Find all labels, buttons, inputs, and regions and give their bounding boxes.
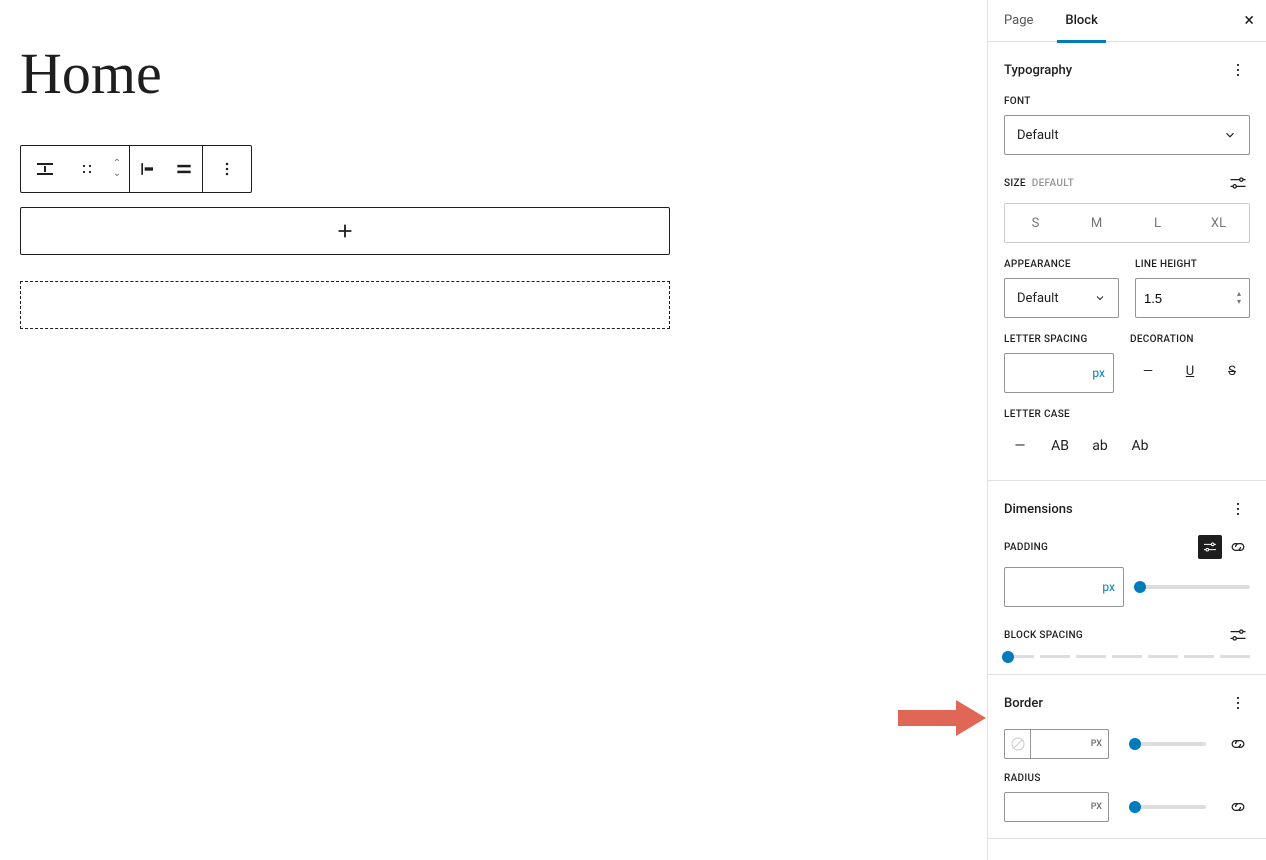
add-block-button[interactable] [20,207,670,255]
link-icon [1228,734,1248,754]
page-title[interactable]: Home [20,40,967,107]
lineheight-label: Line Height [1135,259,1250,270]
case-none[interactable]: — [1004,428,1036,464]
sidebar-tabs: Page Block × [988,0,1266,42]
size-m[interactable]: M [1066,204,1127,242]
radius-input[interactable]: PX [1004,792,1109,822]
border-width-slider[interactable] [1129,742,1206,746]
typography-title: Typography [1004,63,1072,78]
no-color-icon [1009,735,1027,753]
blockspacing-settings-button[interactable] [1226,623,1250,647]
border-color-button[interactable] [1005,730,1031,758]
case-lower[interactable]: ab [1084,428,1116,464]
link-icon [1228,537,1248,557]
radius-link-button[interactable] [1226,795,1250,819]
more-vertical-icon [1228,693,1248,713]
chevron-down-icon [1094,292,1106,304]
dimensions-title: Dimensions [1004,502,1073,517]
block-type-button[interactable] [21,146,69,192]
plus-icon [334,220,356,242]
blockspacing-label: Block Spacing [1004,630,1083,641]
case-capitalize[interactable]: Ab [1124,428,1156,464]
border-options-button[interactable] [1226,691,1250,715]
sliders-icon [1228,625,1248,645]
chevron-down-icon [1223,128,1237,142]
more-options-button[interactable] [203,146,251,192]
close-sidebar-button[interactable]: × [1244,10,1254,31]
padding-link-button[interactable] [1226,535,1250,559]
padding-slider[interactable] [1134,585,1250,589]
editor-canvas: Home ⌃ ⌄ [0,0,987,860]
border-link-button[interactable] [1226,732,1250,756]
radius-slider[interactable] [1129,805,1206,809]
block-toolbar: ⌃ ⌄ [20,145,252,193]
appearance-select[interactable]: Default [1004,278,1119,318]
sliders-icon [1202,539,1218,555]
drag-handle[interactable] [69,146,105,192]
spacer-icon [33,157,57,181]
decoration-label: Decoration [1130,334,1250,345]
link-icon [1228,797,1248,817]
lineheight-stepper[interactable]: ▴▾ [1237,290,1241,306]
size-picker: S M L XL [1004,203,1250,243]
letterspacing-label: Letter Spacing [1004,334,1114,345]
decoration-strikethrough[interactable]: S [1214,353,1250,389]
padding-label: Padding [1004,542,1048,553]
sliders-icon [1228,173,1248,193]
font-select[interactable]: Default [1004,115,1250,155]
more-vertical-icon [1228,60,1248,80]
typography-options-button[interactable] [1226,58,1250,82]
size-label: Size [1004,178,1026,189]
case-upper[interactable]: AB [1044,428,1076,464]
tab-page[interactable]: Page [988,0,1049,42]
size-hint: Default [1032,178,1074,189]
padding-custom-button[interactable] [1198,535,1222,559]
border-panel: Border PX [988,675,1266,839]
dimensions-panel: Dimensions Padding [988,481,1266,675]
radius-label: Radius [1004,773,1250,784]
more-vertical-icon [217,159,237,179]
dimensions-options-button[interactable] [1226,497,1250,521]
appearance-label: Appearance [1004,259,1119,270]
lettercase-label: Letter Case [1004,409,1250,420]
font-label: Font [1004,96,1250,107]
blockspacing-slider[interactable] [1004,655,1250,658]
more-vertical-icon [1228,499,1248,519]
typography-panel: Typography Font Default Size Default [988,42,1266,481]
size-xl[interactable]: XL [1188,204,1249,242]
tab-block[interactable]: Block [1049,0,1113,42]
border-title: Border [1004,696,1043,711]
lineheight-input[interactable]: ▴▾ [1135,278,1250,318]
align-left-icon [138,159,158,179]
annotation-arrow [898,700,988,736]
empty-block-placeholder[interactable] [20,281,670,329]
border-width-input[interactable]: PX [1004,729,1109,759]
letterspacing-input[interactable]: px [1004,353,1114,393]
padding-input[interactable]: px [1004,567,1124,607]
size-settings-button[interactable] [1226,171,1250,195]
drag-icon [78,160,96,178]
decoration-underline[interactable]: U [1172,353,1208,389]
settings-sidebar: Page Block × Typography Font Default Siz… [987,0,1266,860]
size-l[interactable]: L [1127,204,1188,242]
align-justify-button[interactable] [166,146,202,192]
align-left-button[interactable] [130,146,166,192]
size-s[interactable]: S [1005,204,1066,242]
decoration-none[interactable]: — [1130,353,1166,389]
move-down-button[interactable]: ⌄ [113,169,121,179]
align-justify-icon [174,159,194,179]
